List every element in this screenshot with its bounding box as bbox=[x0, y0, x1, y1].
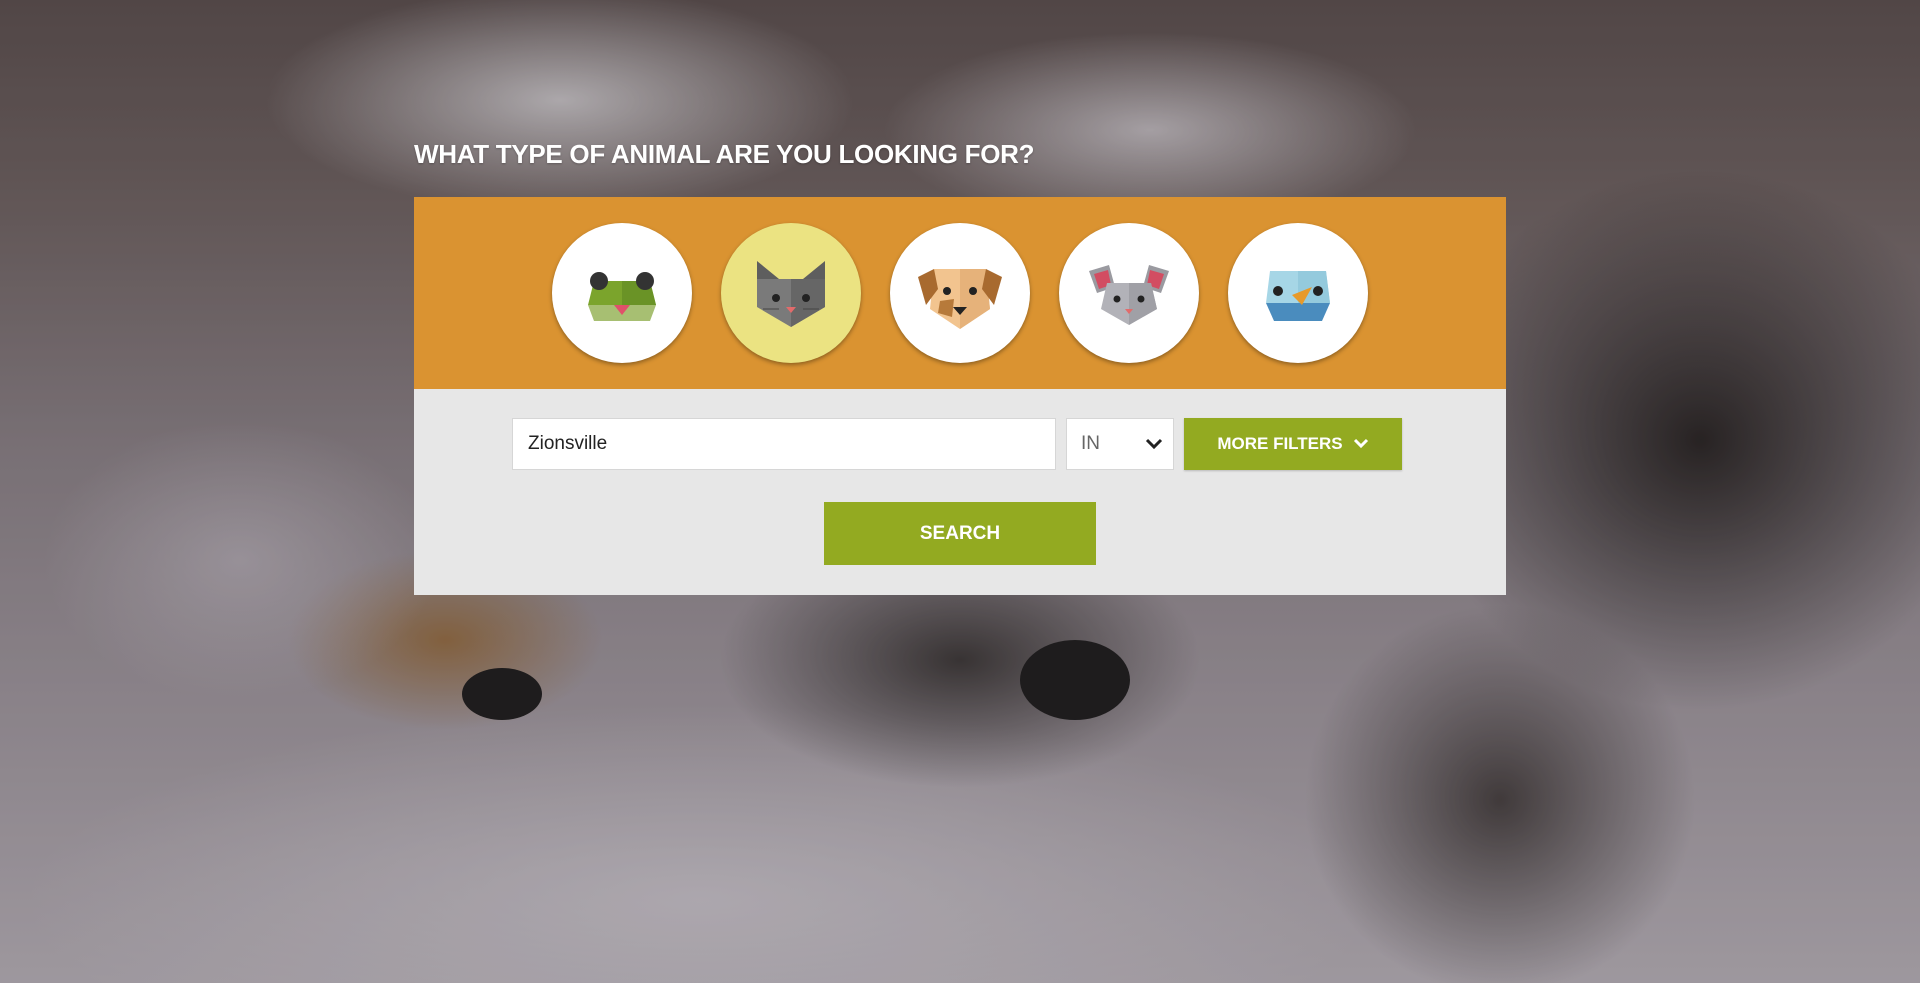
animal-option-mouse[interactable] bbox=[1059, 223, 1199, 363]
more-filters-button[interactable]: MORE FILTERS bbox=[1184, 418, 1402, 470]
chevron-down-icon bbox=[1353, 438, 1368, 449]
dog-nose-decoration bbox=[462, 668, 542, 720]
bird-icon bbox=[1266, 271, 1330, 321]
mouse-icon bbox=[1089, 265, 1169, 325]
animal-option-frog[interactable] bbox=[552, 223, 692, 363]
location-search-form: IN MORE FILTERS SEARCH bbox=[414, 389, 1506, 595]
city-input[interactable] bbox=[512, 418, 1056, 470]
search-inputs-row: IN MORE FILTERS bbox=[512, 418, 1402, 470]
animal-option-dog[interactable] bbox=[890, 223, 1030, 363]
frog-icon bbox=[588, 272, 656, 321]
animal-option-bird[interactable] bbox=[1228, 223, 1368, 363]
state-select-value: IN bbox=[1081, 433, 1100, 454]
search-button-label: SEARCH bbox=[919, 522, 1001, 544]
state-select[interactable]: IN bbox=[1066, 418, 1174, 470]
animal-search-widget: WHAT TYPE OF ANIMAL ARE YOU LOOKING FOR? bbox=[414, 135, 1506, 595]
page-title: WHAT TYPE OF ANIMAL ARE YOU LOOKING FOR? bbox=[414, 139, 1035, 169]
dog-icon bbox=[918, 269, 1002, 329]
chevron-down-icon bbox=[1145, 438, 1163, 450]
dog-nose-decoration bbox=[1020, 640, 1130, 720]
cat-icon bbox=[757, 261, 825, 327]
more-filters-label: MORE FILTERS bbox=[1217, 434, 1343, 453]
animal-option-cat[interactable] bbox=[721, 223, 861, 363]
search-button[interactable]: SEARCH bbox=[824, 502, 1096, 565]
animal-type-selector bbox=[414, 197, 1506, 389]
